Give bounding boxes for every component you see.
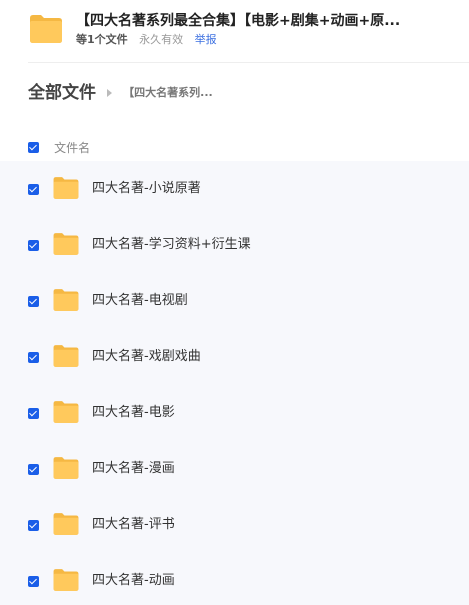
share-meta: 等1个文件 永久有效 举报 <box>76 33 217 47</box>
file-row[interactable]: 四大名著-漫画 <box>0 441 469 497</box>
file-row[interactable]: 四大名著-戏剧戏曲 <box>0 329 469 385</box>
folder-icon <box>52 511 80 537</box>
folder-icon <box>28 12 64 46</box>
validity-text: 永久有效 <box>139 33 184 46</box>
folder-icon <box>52 175 80 201</box>
row-checkbox[interactable] <box>28 520 39 531</box>
row-checkbox[interactable] <box>28 408 39 419</box>
select-all-checkbox[interactable] <box>28 142 39 153</box>
header-divider <box>28 62 469 63</box>
share-title: 【四大名著系列最全合集】【电影+剧集+动画+原... <box>76 13 401 29</box>
file-name[interactable]: 四大名著-漫画 <box>92 460 175 478</box>
file-row[interactable]: 四大名著-电影 <box>0 385 469 441</box>
column-filename-label: 文件名 <box>54 141 91 155</box>
list-header: 文件名 <box>28 137 90 155</box>
breadcrumb-current[interactable]: 【四大名著系列... <box>123 86 213 99</box>
breadcrumb: 全部文件 【四大名著系列... <box>28 81 213 105</box>
row-checkbox[interactable] <box>28 464 39 475</box>
file-row[interactable]: 四大名著-电视剧 <box>0 273 469 329</box>
folder-icon <box>52 231 80 257</box>
file-row[interactable]: 四大名著-小说原著 <box>0 161 469 217</box>
row-checkbox[interactable] <box>28 240 39 251</box>
breadcrumb-arrow-icon <box>107 89 113 97</box>
file-row[interactable]: 四大名著-评书 <box>0 497 469 553</box>
file-name[interactable]: 四大名著-动画 <box>92 572 175 590</box>
file-name[interactable]: 四大名著-小说原著 <box>92 180 201 198</box>
folder-icon <box>52 567 80 593</box>
file-row[interactable]: 四大名著-动画 <box>0 553 469 605</box>
share-header: 【四大名著系列最全合集】【电影+剧集+动画+原... 等1个文件 永久有效 举报 <box>28 12 469 52</box>
file-name[interactable]: 四大名著-评书 <box>92 516 175 534</box>
file-row[interactable]: 四大名著-学习资料+衍生课 <box>0 217 469 273</box>
file-name[interactable]: 四大名著-戏剧戏曲 <box>92 348 201 366</box>
row-checkbox[interactable] <box>28 576 39 587</box>
breadcrumb-root[interactable]: 全部文件 <box>28 83 96 103</box>
folder-icon <box>52 343 80 369</box>
folder-icon <box>52 455 80 481</box>
file-name[interactable]: 四大名著-学习资料+衍生课 <box>92 236 251 254</box>
file-name[interactable]: 四大名著-电影 <box>92 404 175 422</box>
file-count: 等1个文件 <box>76 33 128 46</box>
file-list: 四大名著-小说原著 四大名著-学习资料+衍生课 四大名著-电视剧 四大名著-戏剧… <box>0 161 469 605</box>
file-name[interactable]: 四大名著-电视剧 <box>92 292 188 310</box>
row-checkbox[interactable] <box>28 352 39 363</box>
row-checkbox[interactable] <box>28 184 39 195</box>
folder-icon <box>52 287 80 313</box>
row-checkbox[interactable] <box>28 296 39 307</box>
report-link[interactable]: 举报 <box>195 33 217 46</box>
folder-icon <box>52 399 80 425</box>
